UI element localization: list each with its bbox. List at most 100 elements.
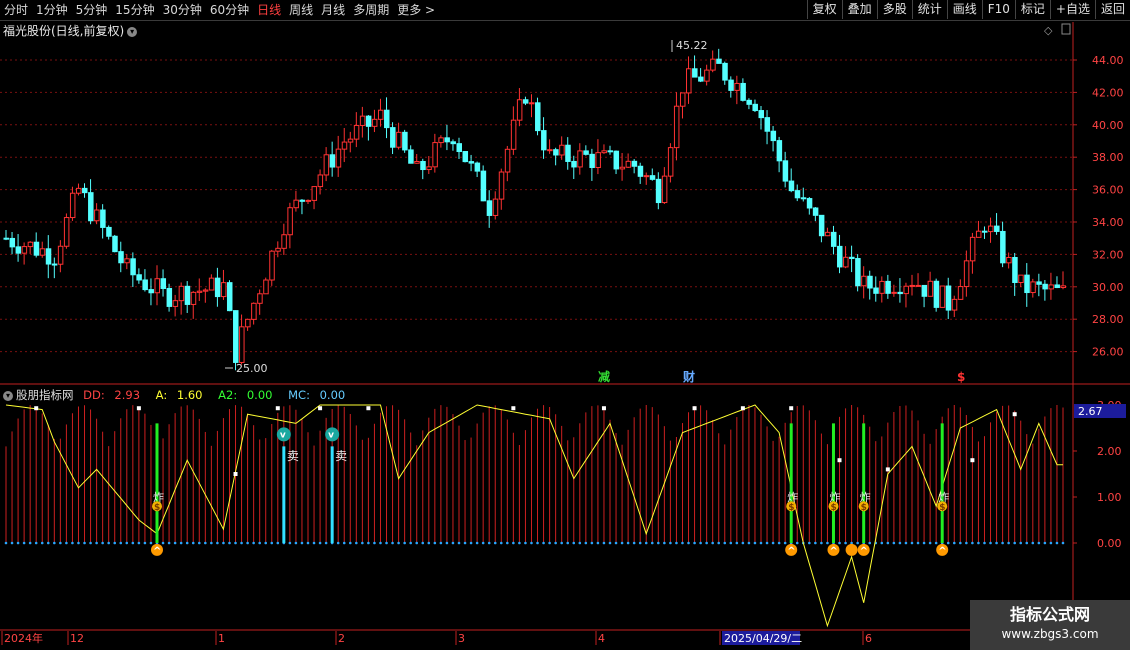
candle-body [299, 199, 305, 202]
event-marker-0: 减 [598, 369, 610, 384]
dollar-icon-glyph: $ [154, 503, 160, 513]
candle-body [323, 154, 330, 176]
candle-body [226, 282, 233, 312]
baseline-dot [753, 541, 757, 545]
candle-body [504, 148, 511, 173]
a2-label: A2: [218, 388, 238, 402]
baseline-dot [632, 541, 636, 545]
candle-body [136, 274, 142, 281]
candle-body [160, 278, 167, 289]
candle-body [752, 103, 758, 112]
mc-marker [692, 406, 697, 411]
candle-body [377, 109, 384, 120]
candle-body [782, 160, 789, 182]
baseline-dot [946, 541, 950, 545]
indicator-title[interactable]: ▾ 股朋指标网 DD: 2.93 A: 1.60 A2: 0.00 MC: 0.0… [3, 387, 357, 403]
baseline-dot [1055, 541, 1059, 545]
candle-body [655, 178, 662, 204]
candle-body [498, 171, 505, 200]
baseline-dot [518, 541, 521, 545]
candle-body [190, 291, 197, 305]
baseline-dot [185, 541, 189, 545]
candle-body [486, 200, 493, 216]
baseline-dot [234, 541, 237, 545]
baseline-dot [83, 541, 86, 545]
low-price-label: 25.00 [236, 362, 268, 375]
baseline-dot [469, 541, 473, 545]
baseline-dot [397, 541, 400, 545]
baseline-dot [1043, 541, 1047, 545]
candle-body [988, 225, 994, 233]
baseline-dot [451, 541, 455, 545]
baseline-dot [59, 541, 62, 545]
watermark: 指标公式网 www.zbgs3.com [970, 600, 1130, 650]
candle-body [1060, 285, 1066, 289]
candle-body [124, 258, 130, 264]
baseline-dot [572, 541, 576, 545]
candle-body [27, 241, 34, 248]
down-chevron-glyph: v [280, 430, 286, 440]
price-tick-label: 42.00 [1092, 86, 1124, 99]
baseline-dot [16, 541, 20, 545]
candle-body [214, 277, 221, 298]
candle-body [994, 225, 1000, 232]
baseline-dot [95, 541, 98, 545]
candle-body [456, 143, 462, 153]
candle-body [178, 285, 185, 302]
candle-body [897, 291, 903, 295]
candle-body [311, 186, 318, 201]
candle-body [522, 99, 529, 104]
price-tick-label: 34.00 [1092, 216, 1124, 229]
candle-body [589, 153, 595, 169]
candle-body [15, 246, 22, 254]
candle-body [75, 187, 82, 194]
candle-body [365, 115, 372, 127]
baseline-dot [53, 541, 56, 545]
candle-body [166, 287, 173, 307]
baseline-dot [826, 541, 829, 545]
candle-body [1000, 230, 1006, 264]
baseline-dot [548, 541, 551, 545]
candle-body [625, 160, 632, 168]
baseline-dot [324, 541, 328, 545]
candle-body [957, 286, 964, 300]
candle-body [287, 207, 293, 236]
candle-body [710, 58, 716, 71]
candle-body [444, 137, 450, 143]
candle-body [51, 263, 58, 266]
baseline-dot [264, 541, 268, 545]
candle-body [595, 152, 601, 169]
high-price-label: 45.22 [676, 39, 708, 52]
time-label: 6 [865, 632, 872, 645]
baseline-dot [524, 541, 527, 545]
candle-body [885, 280, 891, 294]
dollar-icon-glyph: $ [788, 503, 794, 513]
baseline-dot [952, 541, 956, 545]
baseline-dot [210, 541, 213, 545]
candle-body [631, 160, 638, 167]
mc-label: MC: [288, 388, 310, 402]
baseline-dot [101, 541, 104, 545]
baseline-dot [40, 541, 44, 545]
price-tick-label: 32.00 [1092, 248, 1124, 261]
up-arrow-glyph: ^ [938, 546, 946, 557]
candle-body [716, 58, 722, 64]
baseline-dot [173, 541, 177, 545]
baseline-dot [143, 541, 147, 545]
baseline-dot [318, 541, 322, 545]
chart-area[interactable]: 44.0042.0040.0038.0036.0034.0032.0030.00… [0, 0, 1130, 650]
candle-body [1048, 284, 1054, 290]
candle-body [516, 99, 523, 121]
candle-body [698, 76, 704, 82]
candle-body [57, 245, 64, 265]
baseline-dot [493, 541, 497, 545]
sell-label: 卖 [335, 449, 347, 463]
baseline-dot [367, 541, 370, 545]
baseline-dot [838, 541, 841, 545]
candle-body [553, 149, 559, 156]
chevron-down-icon[interactable]: ▾ [3, 390, 13, 401]
baseline-dot [258, 541, 261, 545]
candle-body [963, 260, 970, 288]
candle-body [414, 160, 420, 164]
event-marker-2: $ [957, 370, 965, 384]
